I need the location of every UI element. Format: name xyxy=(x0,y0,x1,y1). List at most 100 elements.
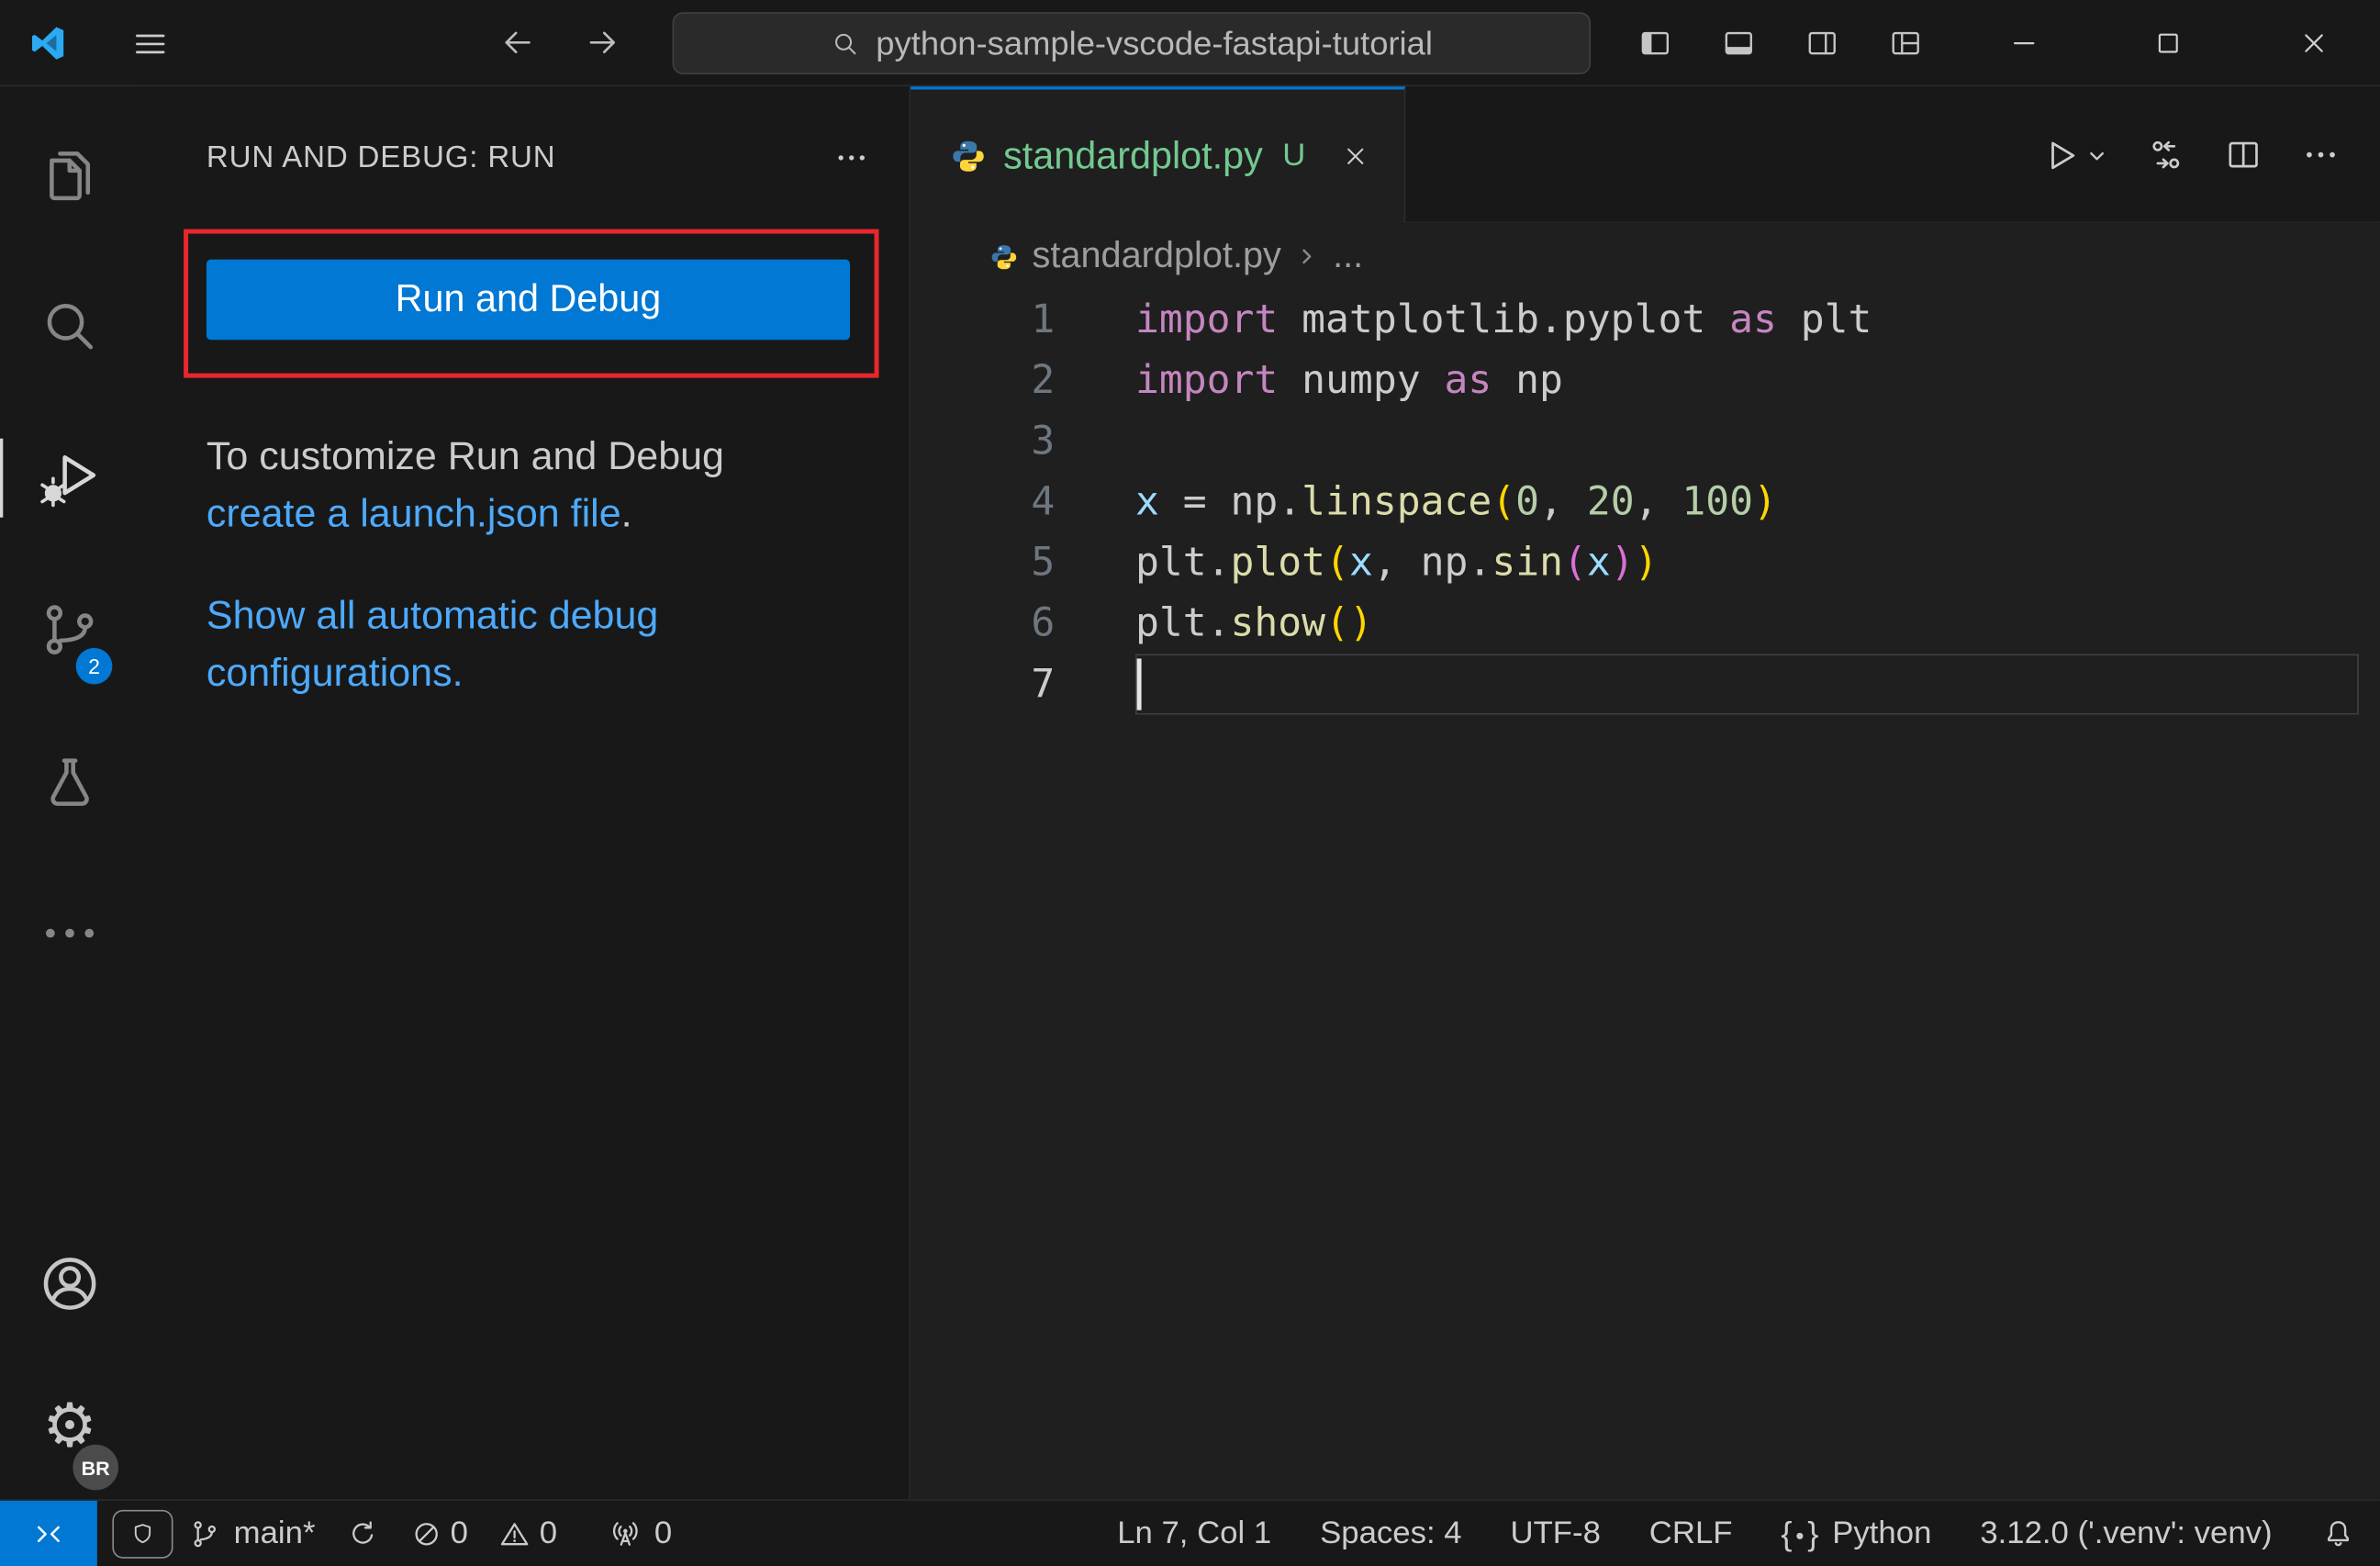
vscode-window: python-sample-vscode-fastapi-tutorial 2 … xyxy=(0,0,2380,1566)
status-bar-right: Ln 7, Col 1 Spaces: 4 UTF-8 CRLF {●} Pyt… xyxy=(1093,1501,2380,1566)
sidebar-title: RUN AND DEBUG: RUN xyxy=(206,140,556,174)
activity-source-control[interactable]: 2 xyxy=(0,554,140,705)
files-icon xyxy=(50,151,91,201)
code-line-2[interactable]: 2 import numpy as np xyxy=(911,351,2380,411)
activity-testing[interactable] xyxy=(0,706,140,857)
open-changes-icon[interactable] xyxy=(2146,135,2185,174)
back-icon[interactable] xyxy=(497,23,537,62)
toggle-secondary-sidebar-icon[interactable] xyxy=(1805,26,1839,61)
sync-button[interactable] xyxy=(330,1501,394,1566)
errors-count: 0 xyxy=(450,1515,468,1550)
search-icon xyxy=(47,304,94,350)
menu-icon[interactable] xyxy=(130,24,170,63)
activity-bar: 2 ⚙ BR xyxy=(0,86,140,1500)
activity-more[interactable] xyxy=(0,857,140,1009)
remote-icon xyxy=(37,1525,60,1542)
search-box[interactable]: python-sample-vscode-fastapi-tutorial xyxy=(672,12,1592,75)
forward-icon[interactable] xyxy=(583,23,622,62)
braces-icon: {●} xyxy=(1781,1513,1821,1552)
run-file-icon[interactable] xyxy=(2040,134,2082,175)
branch-item[interactable]: main* xyxy=(173,1501,330,1566)
account-button[interactable] xyxy=(0,1214,140,1353)
scm-badge: 2 xyxy=(75,647,113,685)
close-button[interactable] xyxy=(2298,28,2330,60)
customize-line1: To customize Run and Debug xyxy=(206,432,724,478)
activity-explorer[interactable] xyxy=(0,98,140,250)
tab-close-icon[interactable] xyxy=(1340,141,1370,172)
search-value: python-sample-vscode-fastapi-tutorial xyxy=(876,23,1433,62)
python-icon xyxy=(950,138,987,174)
customize-text: To customize Run and Debug create a laun… xyxy=(207,427,859,543)
customize-suffix: . xyxy=(620,489,632,536)
ports-count: 0 xyxy=(654,1515,673,1550)
code-line-1[interactable]: 1 import matplotlib.pyplot as plt xyxy=(911,290,2380,351)
run-and-debug-button[interactable]: Run and Debug xyxy=(206,259,851,341)
activity-bar-bottom: ⚙ BR xyxy=(0,1202,140,1499)
breadcrumb: standardplot.py ... xyxy=(911,223,2380,290)
problems-item[interactable]: 0 0 xyxy=(394,1501,572,1566)
tab-title: standardplot.py xyxy=(1003,134,1263,177)
tab-standardplot[interactable]: standardplot.py U xyxy=(911,86,1406,224)
ellipsis-icon xyxy=(45,928,95,938)
side-bar: RUN AND DEBUG: RUN Run and Debug To cust… xyxy=(140,86,911,1500)
breadcrumb-file[interactable]: standardplot.py xyxy=(1033,235,1281,277)
bell-icon xyxy=(2328,1521,2349,1547)
language-label: Python xyxy=(1832,1515,1932,1550)
status-bar: main* 0 0 0 Ln 7, Col 1 Spaces: 4 UTF-8 … xyxy=(0,1499,2380,1566)
toggle-sidebar-icon[interactable] xyxy=(1637,26,1672,61)
notifications-button[interactable] xyxy=(2296,1501,2380,1566)
run-debug-icon xyxy=(40,455,96,508)
indentation[interactable]: Spaces: 4 xyxy=(1296,1501,1486,1566)
launch-json-link[interactable]: create a launch.json file xyxy=(207,490,621,536)
run-dropdown-icon[interactable] xyxy=(2085,143,2108,166)
editor-actions xyxy=(2040,86,2341,223)
warnings-icon xyxy=(501,1522,530,1545)
cursor-position[interactable]: Ln 7, Col 1 xyxy=(1093,1501,1296,1566)
code-line-7[interactable]: 7 xyxy=(911,654,2380,714)
encoding[interactable]: UTF-8 xyxy=(1486,1501,1625,1566)
code-line-5[interactable]: 5 plt.plot(x, np.sin(x)) xyxy=(911,532,2380,593)
maximize-button[interactable] xyxy=(2152,28,2184,60)
sidebar-more-icon[interactable] xyxy=(833,140,870,176)
show-configs-link[interactable]: Show all automatic debug configurations. xyxy=(207,592,658,695)
eol[interactable]: CRLF xyxy=(1625,1501,1757,1566)
git-status-badge: U xyxy=(1282,138,1306,173)
split-editor-icon[interactable] xyxy=(2224,135,2263,174)
remote-indicator[interactable] xyxy=(0,1500,97,1566)
editor-group: standardplot.py U standardplot.py ... 1 … xyxy=(911,86,2380,1500)
shield-icon xyxy=(134,1523,151,1543)
code-lines[interactable]: 1 import matplotlib.pyplot as plt 2 import … xyxy=(911,290,2380,1500)
account-icon xyxy=(43,1258,96,1310)
customize-layout-icon[interactable] xyxy=(1888,26,1923,61)
python-icon xyxy=(989,242,1018,271)
sidebar-header: RUN AND DEBUG: RUN xyxy=(207,128,870,188)
search-icon xyxy=(835,33,856,54)
title-bar: python-sample-vscode-fastapi-tutorial xyxy=(0,0,2380,87)
python-interpreter[interactable]: 3.12.0 ('.venv': venv) xyxy=(1956,1501,2296,1566)
vscode-logo-icon xyxy=(31,27,64,60)
activity-run-debug[interactable] xyxy=(0,402,140,554)
tab-bar: standardplot.py U xyxy=(911,86,2380,224)
code-line-3[interactable]: 3 xyxy=(911,411,2380,472)
git-branch-icon xyxy=(194,1520,216,1547)
layout-controls xyxy=(1637,26,1923,61)
minimize-button[interactable] xyxy=(2008,28,2040,60)
beaker-icon xyxy=(50,758,89,806)
ports-item[interactable]: 0 xyxy=(594,1501,687,1566)
code-line-4[interactable]: 4x = np.linspace(0, 20, 100) xyxy=(911,472,2380,532)
code-line-6[interactable]: 6 plt.show() xyxy=(911,593,2380,654)
editor-more-icon[interactable] xyxy=(2301,135,2341,174)
profile-badge: BR xyxy=(70,1441,122,1493)
settings-button[interactable]: ⚙ BR xyxy=(0,1354,140,1500)
auto-config-text: Show all automatic debug configurations. xyxy=(207,586,859,701)
errors-icon xyxy=(414,1522,438,1545)
chevron-right-icon xyxy=(1302,249,1312,264)
workspace-trust-button[interactable] xyxy=(112,1509,173,1558)
branch-name: main* xyxy=(233,1515,316,1550)
language-mode[interactable]: {●} Python xyxy=(1757,1501,1956,1566)
toggle-panel-icon[interactable] xyxy=(1721,26,1756,61)
sync-icon xyxy=(352,1520,373,1543)
breadcrumb-symbol[interactable]: ... xyxy=(1333,235,1363,277)
radio-tower-icon xyxy=(613,1521,638,1545)
activity-search[interactable] xyxy=(0,251,140,402)
